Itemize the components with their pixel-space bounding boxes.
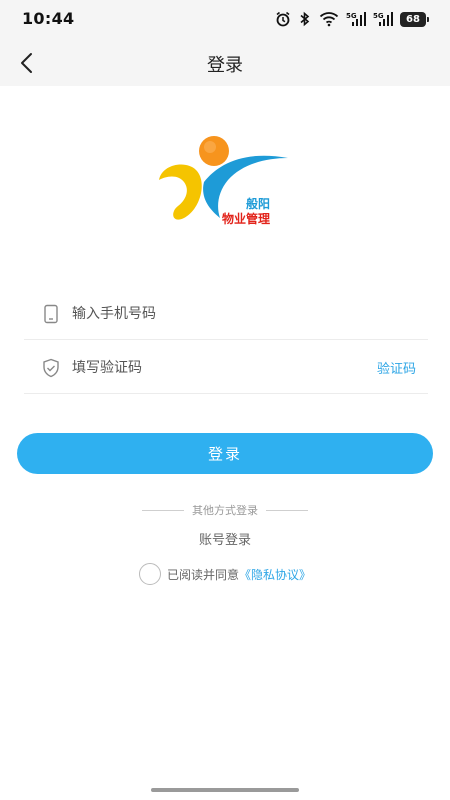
divider-line-left	[142, 509, 184, 511]
status-icons: 5G 5G 68	[275, 10, 429, 28]
bluetooth-icon	[298, 11, 312, 27]
signal-5g-icon: 5G	[373, 11, 393, 27]
agreement-text: 已阅读并同意	[166, 567, 239, 582]
agreement-checkbox[interactable]	[138, 563, 161, 585]
page-title: 登录	[207, 55, 243, 76]
other-methods-label: 其他方式登录	[192, 504, 258, 517]
login-button[interactable]: 登录	[17, 433, 433, 474]
verification-code-input[interactable]	[72, 352, 377, 383]
phone-input[interactable]	[72, 298, 428, 329]
agreement-row: 已阅读并同意 《隐私协议》	[0, 563, 450, 585]
app-logo: 般阳 物业管理	[156, 132, 292, 232]
status-bar: 10:44 5G 5G 68	[0, 0, 450, 38]
battery-icon: 68	[400, 11, 429, 27]
svg-text:5G: 5G	[346, 12, 357, 20]
shield-check-icon	[40, 357, 62, 379]
logo-text-line2: 物业管理	[222, 211, 270, 226]
nav-bar: 登录	[0, 38, 450, 86]
phone-field-row	[24, 288, 428, 340]
privacy-policy-link[interactable]: 《隐私协议》	[239, 566, 311, 583]
signal-5g-icon: 5G	[346, 11, 366, 27]
get-code-button[interactable]: 验证码	[377, 358, 416, 377]
code-field-row: 验证码	[24, 342, 428, 394]
divider-line-right	[266, 509, 308, 511]
alarm-icon	[275, 11, 291, 27]
home-indicator[interactable]	[151, 788, 299, 792]
status-time: 10:44	[22, 9, 75, 28]
account-login-link[interactable]: 账号登录	[0, 529, 450, 548]
wifi-icon	[319, 11, 339, 27]
phone-icon	[40, 303, 62, 325]
logo-text-line1: 般阳	[246, 196, 270, 211]
svg-text:5G: 5G	[373, 12, 384, 20]
other-methods-divider: 其他方式登录	[0, 501, 450, 519]
